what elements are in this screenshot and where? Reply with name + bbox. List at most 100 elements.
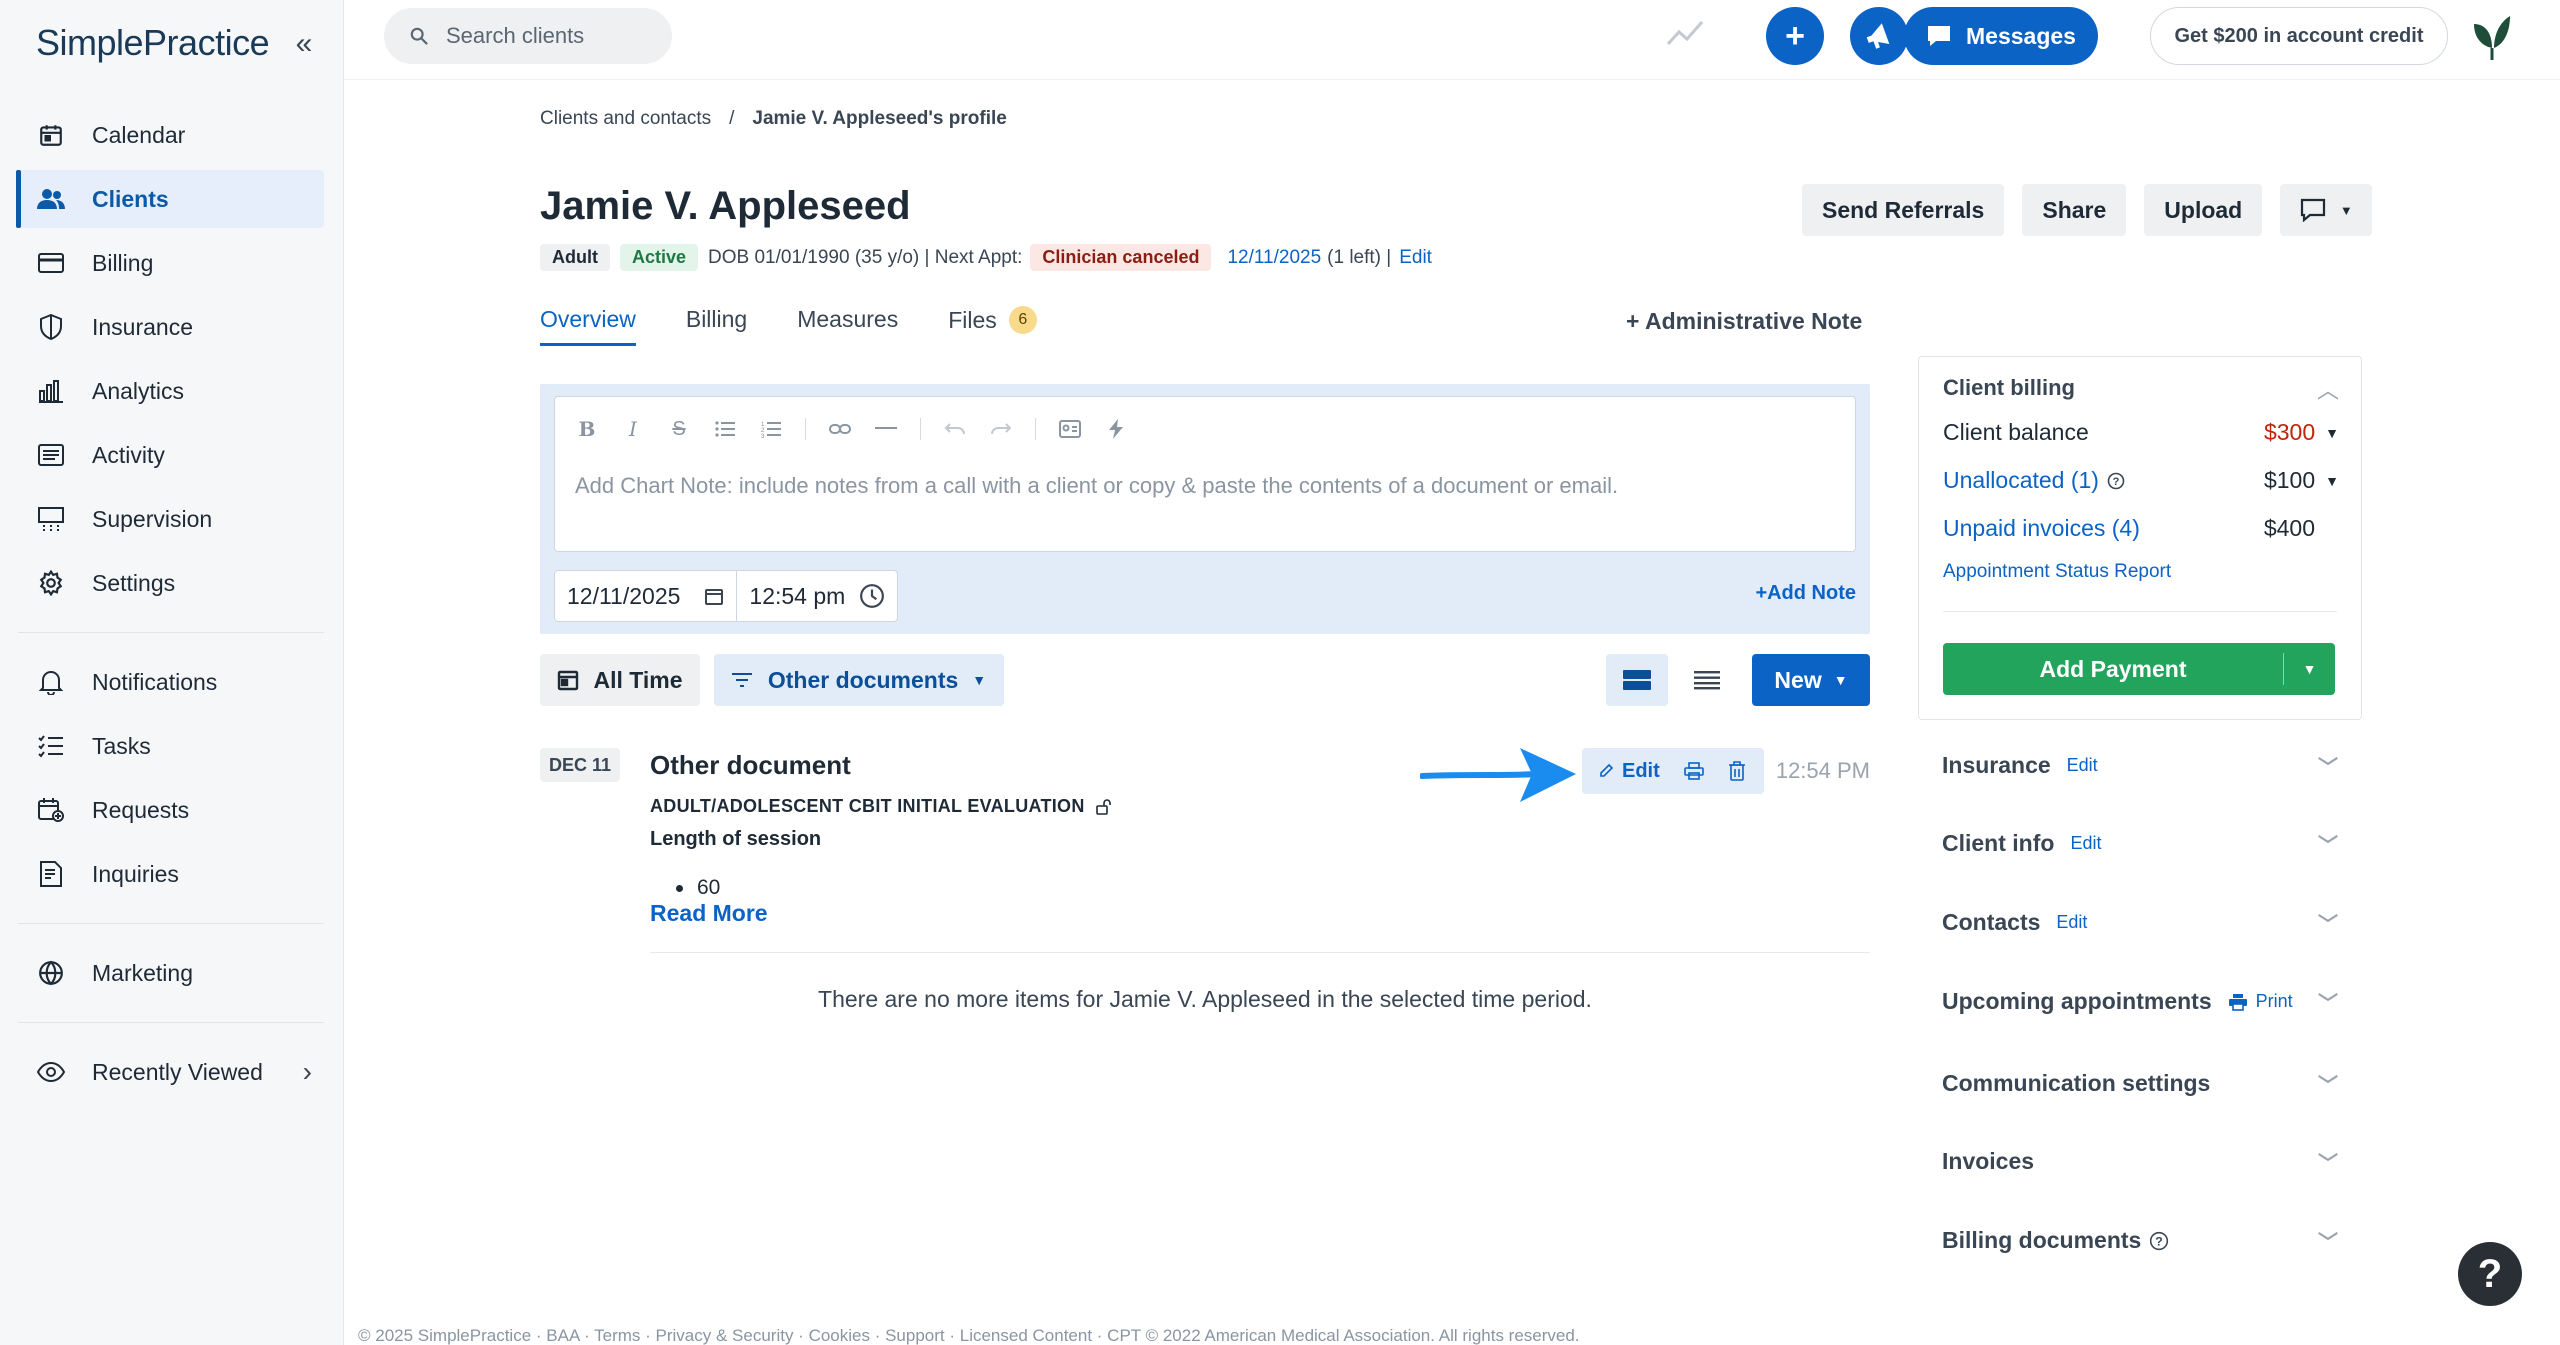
sidebar-item-marketing[interactable]: Marketing [18,944,324,1002]
sidebar-item-settings[interactable]: Settings [18,554,324,612]
chevron-down-icon[interactable]: ﹀ [2318,1147,2338,1176]
sidebar-item-insurance[interactable]: Insurance [18,298,324,356]
note-date-field[interactable]: 12/11/2025 [555,571,736,621]
bullet-list-icon[interactable] [713,417,737,441]
edit-client-link[interactable]: Edit [1399,247,1432,269]
all-time-filter[interactable]: All Time [540,654,700,706]
avatar[interactable] [2466,10,2518,62]
chevron-down-icon[interactable]: ﹀ [2318,1069,2338,1098]
sidebar-item-inquiries[interactable]: Inquiries [18,845,324,903]
sidebar-item-tasks[interactable]: Tasks [18,717,324,775]
sidebar-item-billing[interactable]: Billing [18,234,324,292]
unallocated-link[interactable]: Unallocated (1) [1943,467,2099,494]
add-note-button[interactable]: +Add Note [1755,582,1856,605]
add-payment-button[interactable]: Add Payment [1943,656,2283,683]
upload-button[interactable]: Upload [2144,184,2263,236]
client-info-edit-link[interactable]: Edit [2070,833,2101,854]
contacts-edit-link[interactable]: Edit [2056,912,2087,933]
help-circle-icon[interactable]: ? [2149,1231,2169,1251]
edit-document-button[interactable]: Edit [1598,760,1660,783]
chart-note-editor[interactable]: B I S 123 Add Chart Note: include notes … [554,396,1856,552]
sidebar-item-label: Tasks [92,732,151,759]
collapse-sidebar-icon[interactable]: « [286,26,322,62]
document-type-filter[interactable]: Other documents ▼ [714,654,1004,706]
breadcrumb-clients-link[interactable]: Clients and contacts [540,108,711,130]
unpaid-invoices-link[interactable]: Unpaid invoices (4) [1943,515,2140,542]
undo-icon[interactable] [943,417,967,441]
sidebar-item-recently-viewed[interactable]: Recently Viewed › [18,1043,324,1101]
section-communication-settings[interactable]: Communication settings ﹀ [1942,1070,2338,1097]
sidebar-item-supervision[interactable]: Supervision [18,490,324,548]
trend-icon[interactable] [1666,18,1704,53]
horizontal-rule-icon[interactable] [874,417,898,441]
add-button[interactable]: + [1766,7,1824,65]
italic-icon[interactable]: I [621,417,645,441]
sidebar-item-label: Insurance [92,313,194,340]
document-date: DEC 11 [540,748,620,782]
section-contacts[interactable]: Contacts Edit ﹀ [1942,909,2338,936]
comment-menu-button[interactable]: ▼ [2280,184,2373,236]
trash-icon[interactable] [1728,761,1746,781]
list-view-toggle[interactable] [1676,654,1738,706]
messages-label: Messages [1966,22,2076,49]
print-icon[interactable] [1683,762,1704,780]
help-circle-icon[interactable]: ? [2107,472,2125,490]
chevron-down-icon[interactable]: ﹀ [2318,1226,2338,1255]
next-appt-date-link[interactable]: 12/11/2025 [1227,247,1321,269]
unpaid-invoices-row: Unpaid invoices (4) $400 [1943,515,2339,542]
administrative-note-button[interactable]: + Administrative Note [1626,308,1862,335]
account-credit-button[interactable]: Get $200 in account credit [2150,7,2448,65]
tab-measures[interactable]: Measures [797,306,898,343]
appointment-status-report-link[interactable]: Appointment Status Report [1943,561,2171,583]
age-badge: Adult [540,244,610,271]
strikethrough-icon[interactable]: S [667,417,691,441]
sidebar-item-activity[interactable]: Activity [18,426,324,484]
client-balance-dropdown[interactable]: $300 ▼ [2264,419,2339,446]
share-button[interactable]: Share [2022,184,2127,236]
sidebar-item-analytics[interactable]: Analytics [18,362,324,420]
sidebar-item-label: Analytics [92,377,185,404]
sidebar-item-calendar[interactable]: Calendar [18,106,324,164]
lightning-icon[interactable] [1104,417,1128,441]
section-client-info[interactable]: Client info Edit ﹀ [1942,830,2338,857]
search-placeholder: Search clients [446,23,585,48]
section-insurance[interactable]: Insurance Edit ﹀ [1942,752,2338,779]
read-more-link[interactable]: Read More [650,900,768,927]
sidebar-item-label: Settings [92,569,176,596]
chevron-down-icon[interactable]: ﹀ [2318,987,2338,1016]
sidebar-item-requests[interactable]: Requests [18,781,324,839]
section-invoices[interactable]: Invoices ﹀ [1942,1148,2338,1175]
announcements-button[interactable] [1850,7,1908,65]
brand-logo[interactable]: Simple Practice [36,20,270,66]
section-billing-documents[interactable]: Billing documents ? ﹀ [1942,1227,2338,1254]
bold-icon[interactable]: B [575,417,599,441]
messages-button[interactable]: Messages [1904,7,2098,65]
redo-icon[interactable] [989,417,1013,441]
search-input[interactable]: Search clients [384,8,672,64]
new-document-button[interactable]: New ▼ [1752,654,1870,706]
tab-files[interactable]: Files 6 [948,306,1037,344]
unallocated-dropdown[interactable]: $100 ▼ [2264,467,2339,494]
link-icon[interactable] [828,417,852,441]
numbered-list-icon[interactable]: 123 [759,417,783,441]
insurance-edit-link[interactable]: Edit [2067,755,2098,776]
contact-card-icon[interactable] [1058,417,1082,441]
print-appointments-link[interactable]: Print [2228,991,2293,1012]
help-button[interactable]: ? [2458,1242,2522,1306]
document-title[interactable]: Other document [650,750,851,781]
chevron-down-icon[interactable]: ﹀ [2318,751,2338,780]
tab-billing[interactable]: Billing [686,306,747,343]
new-label: New [1774,666,1822,693]
chevron-down-icon[interactable]: ﹀ [2318,829,2338,858]
tab-overview[interactable]: Overview [540,306,636,346]
chevron-up-icon[interactable]: ︿ [2317,373,2339,405]
chevron-down-icon[interactable]: ﹀ [2318,908,2338,937]
send-referrals-button[interactable]: Send Referrals [1802,184,2005,236]
section-upcoming-appointments[interactable]: Upcoming appointments Print ﹀ [1942,988,2338,1015]
sidebar-item-clients[interactable]: Clients [16,170,324,228]
add-payment-dropdown-icon[interactable]: ▼ [2283,653,2335,685]
note-time-field[interactable]: 12:54 pm [736,571,897,621]
sidebar-item-notifications[interactable]: Notifications [18,653,324,711]
card-view-toggle[interactable] [1606,654,1668,706]
all-time-label: All Time [593,666,683,693]
